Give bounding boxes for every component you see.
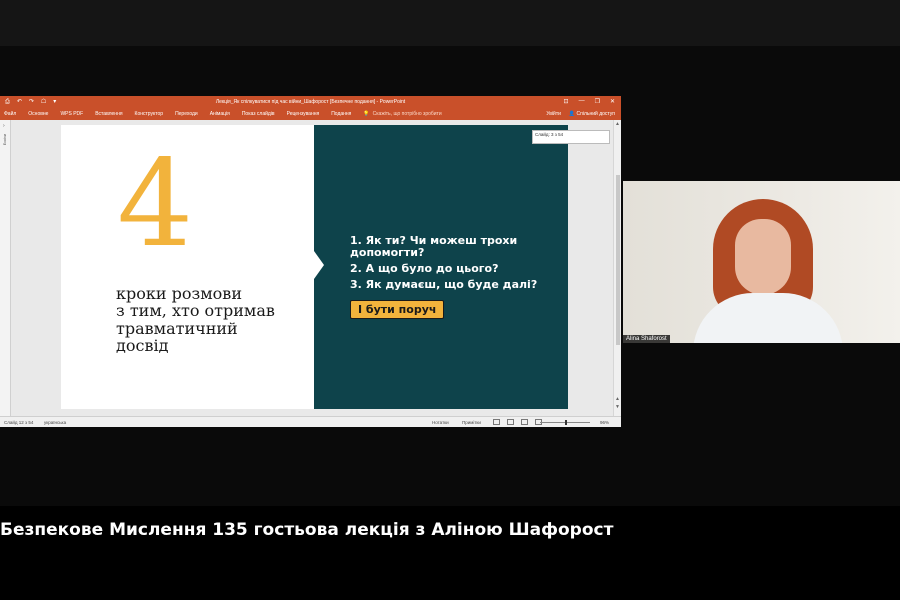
editor-area: › Ескізи 4 кроки розмови з тим, хто отри… [0,120,621,420]
next-slide-icon[interactable]: ▼ [615,404,620,410]
tab-review[interactable]: Рецензування [287,111,320,117]
ppt-title-bar: ⎙ ↶ ↷ ☖ ▾ Лекція_Як спілкуватися під час… [0,96,621,108]
question-item: 2. А що було до цього? [350,262,499,276]
scroll-up-icon[interactable]: ▲ [615,121,620,127]
ribbon-tabs: Файл Основне WPS PDF Вставлення Конструк… [0,108,621,120]
ribbon-display-icon[interactable]: ⊡ [564,98,569,105]
video-title-caption: Безпекове Мислення 135 гостьова лекція з… [0,520,614,540]
slide-heading-line: травматичний [116,318,238,338]
comments-button[interactable]: Примітки [462,420,481,425]
tab-animations[interactable]: Анімація [210,111,230,117]
tell-me-box[interactable]: 💡 Скажіть, що потрібно зробити [363,111,441,117]
tab-wps-pdf[interactable]: WPS PDF [60,111,83,117]
tab-insert[interactable]: Вставлення [95,111,122,117]
question-item: 1. Як ти? Чи можеш трохи допомогти? [350,234,518,260]
slide-left-panel: 4 кроки розмови з тим, хто отримав травм… [61,125,314,409]
powerpoint-window: ⎙ ↶ ↷ ☖ ▾ Лекція_Як спілкуватися під час… [0,96,621,427]
thumbnails-label: Ескізи [2,134,7,146]
slide-number-status: Слайд 12 з 54 [4,419,34,425]
webcam-video: Alina Shaforost [623,181,900,343]
restore-icon[interactable]: ❐ [595,98,600,105]
vertical-scrollbar[interactable]: ▲ ▲ ▼ [613,120,621,420]
notes-button[interactable]: Нотатки [432,420,449,425]
top-dark-bar [0,0,900,46]
zoom-slider-knob[interactable] [565,420,567,425]
slide-heading-line: кроки розмови [116,284,242,303]
account-area: Увійти 👤 Спільний доступ [546,111,615,117]
slide-sorter-icon[interactable] [507,419,514,425]
question-list: 1. Як ти? Чи можеш трохи допомогти? 2. А… [350,234,560,295]
arrow-notch-shape [314,251,324,279]
share-label: Спільний доступ [576,111,615,117]
participant-name-tag: Alina Shaforost [623,335,670,343]
scroll-thumb[interactable] [616,175,620,345]
tab-view[interactable]: Подання [331,111,351,117]
status-bar: Слайд 12 з 54 українська Нотатки Примітк… [0,416,621,427]
prev-slide-icon[interactable]: ▲ [615,396,620,402]
share-button[interactable]: 👤 Спільний доступ [569,111,615,117]
slide-heading-line: з тим, хто отримав [116,301,275,321]
presenter-face [735,219,791,295]
slide-counter-box: Слайд: 3 з 54 [532,130,610,144]
minimize-icon[interactable]: — [579,98,585,105]
thumbnails-pane[interactable]: › Ескізи [0,120,11,420]
normal-view-icon[interactable] [493,419,500,425]
document-title: Лекція_Як спілкуватися під час війни_Шаф… [215,99,406,105]
tell-me-text: Скажіть, що потрібно зробити [372,111,442,117]
slide-heading: кроки розмови з тим, хто отримав травмат… [116,285,316,354]
slide-heading-line: досвід [116,335,169,355]
be-there-badge: І бути поруч [350,300,445,319]
lightbulb-icon: 💡 [363,111,370,117]
tab-file[interactable]: Файл [4,111,16,117]
window-controls: ⊡ — ❐ ✕ [564,98,615,105]
tab-design[interactable]: Конструктор [135,111,164,117]
question-item: 3. Як думаєш, що буде далі? [350,278,538,292]
tab-home[interactable]: Основне [28,111,48,117]
close-icon[interactable]: ✕ [610,98,615,105]
tab-transitions[interactable]: Переходи [175,111,198,117]
zoom-level[interactable]: 96% [600,420,609,425]
sign-in-link[interactable]: Увійти [546,111,561,117]
slide-canvas[interactable]: 4 кроки розмови з тим, хто отримав травм… [61,125,568,409]
chevron-right-icon[interactable]: › [3,123,5,129]
view-buttons [493,419,542,425]
slide-big-number: 4 [117,135,194,274]
reading-view-icon[interactable] [521,419,528,425]
tab-slideshow[interactable]: Показ слайдів [242,111,275,117]
language-status[interactable]: українська [44,420,66,425]
